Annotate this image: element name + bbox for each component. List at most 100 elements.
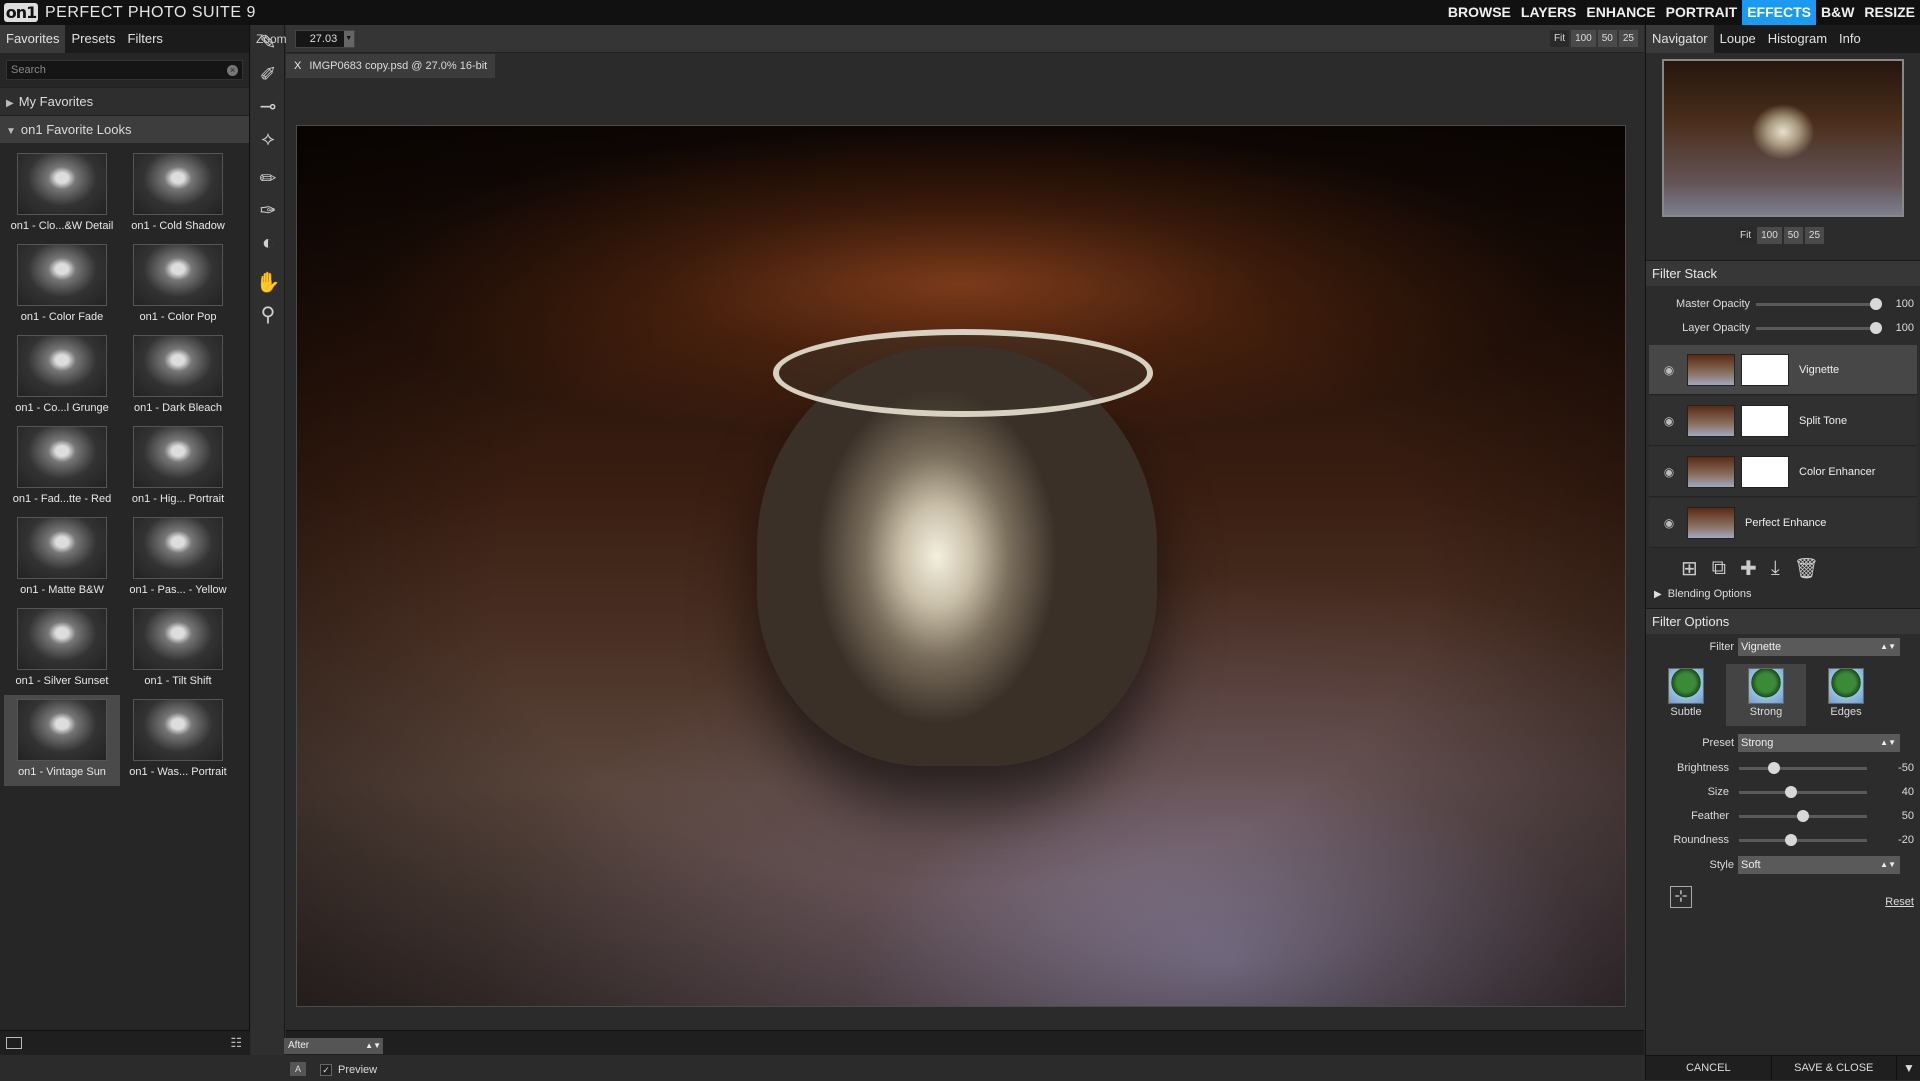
filter-layer-split-tone[interactable]: ◉ Split Tone: [1649, 396, 1917, 446]
add-layer-icon[interactable]: ⊞: [1681, 556, 1698, 581]
grid-view-icon[interactable]: ☷: [230, 1035, 242, 1051]
clone-stamp-icon[interactable]: ✑: [254, 197, 282, 225]
module-layers[interactable]: LAYERS: [1516, 0, 1582, 25]
preset-thumb[interactable]: on1 - Was... Portrait: [120, 695, 236, 786]
gradient-mask-icon[interactable]: ⊸: [254, 93, 282, 121]
filter-layer-vignette[interactable]: ◉ Vignette: [1649, 345, 1917, 395]
slider-knob[interactable]: [1797, 810, 1809, 822]
zoom-100-button[interactable]: 100: [1571, 30, 1596, 47]
layer-mask[interactable]: [1741, 354, 1789, 386]
slider-knob[interactable]: [1870, 322, 1882, 334]
preset-subtle[interactable]: Subtle: [1646, 664, 1726, 726]
slider-knob[interactable]: [1785, 834, 1797, 846]
slider-track[interactable]: [1739, 815, 1867, 818]
close-icon[interactable]: X: [294, 60, 301, 72]
tab-filters[interactable]: Filters: [122, 25, 169, 53]
eye-icon[interactable]: ◉: [1659, 415, 1679, 427]
slider-track[interactable]: [1756, 327, 1876, 330]
clear-search-icon[interactable]: ×: [227, 65, 238, 76]
preset-thumb[interactable]: on1 - Co...l Grunge: [4, 331, 120, 422]
preset-thumb[interactable]: on1 - Cold Shadow: [120, 149, 236, 240]
filter-options-header[interactable]: Filter Options: [1646, 608, 1920, 634]
nav-zoom-100-button[interactable]: 100: [1757, 227, 1782, 244]
cancel-button[interactable]: CANCEL: [1646, 1056, 1772, 1080]
preview-toggle[interactable]: ✓Preview: [320, 1064, 377, 1076]
chevron-down-icon[interactable]: ▼: [1897, 1056, 1920, 1080]
navigator-preview[interactable]: [1662, 59, 1904, 217]
add-filter-icon[interactable]: ✚: [1740, 556, 1757, 581]
retouch-brush-icon[interactable]: ✏: [254, 165, 282, 193]
preset-edges[interactable]: Edges: [1806, 664, 1886, 726]
size-slider[interactable]: Size 40: [1646, 780, 1920, 804]
preset-thumb[interactable]: on1 - Silver Sunset: [4, 604, 120, 695]
filter-layer-perfect-enhance[interactable]: ◉ Perfect Enhance: [1649, 498, 1917, 548]
module-effects[interactable]: EFFECTS: [1742, 0, 1816, 25]
checkbox-checked-icon[interactable]: ✓: [320, 1064, 332, 1076]
module-resize[interactable]: RESIZE: [1859, 0, 1920, 25]
search-input[interactable]: Search ×: [6, 60, 243, 80]
lasso-icon[interactable]: ⟡: [254, 125, 282, 153]
slider-track[interactable]: [1739, 767, 1867, 770]
show-mask-icon[interactable]: ⊹: [1670, 886, 1692, 908]
slider-track[interactable]: [1739, 839, 1867, 842]
view-mode-select[interactable]: After▲▼: [284, 1038, 383, 1054]
eye-icon[interactable]: ◉: [1659, 517, 1679, 529]
preset-select[interactable]: Strong▲▼: [1738, 734, 1900, 752]
compare-icon[interactable]: A: [290, 1062, 306, 1076]
eye-icon[interactable]: ◉: [1659, 364, 1679, 376]
filter-layer-color-enhancer[interactable]: ◉ Color Enhancer: [1649, 447, 1917, 497]
reset-button[interactable]: Reset: [1885, 896, 1914, 908]
layer-mask[interactable]: [1741, 405, 1789, 437]
nav-zoom-fit-button[interactable]: Fit: [1736, 227, 1755, 244]
zoom-25-button[interactable]: 25: [1619, 30, 1638, 47]
nav-zoom-50-button[interactable]: 50: [1784, 227, 1803, 244]
blending-options-toggle[interactable]: ▶Blending Options: [1646, 588, 1920, 608]
preset-thumb[interactable]: on1 - Tilt Shift: [120, 604, 236, 695]
master-opacity-slider[interactable]: Master Opacity 100: [1646, 292, 1920, 316]
preset-thumb[interactable]: on1 - Clo...&W Detail: [4, 149, 120, 240]
zoom-dropdown-icon[interactable]: ▼: [344, 31, 354, 47]
style-select[interactable]: Soft▲▼: [1738, 856, 1900, 874]
filter-stack-header[interactable]: Filter Stack: [1646, 260, 1920, 286]
group-my-favorites[interactable]: ▶My Favorites: [0, 87, 249, 115]
preset-thumb[interactable]: on1 - Fad...tte - Red: [4, 422, 120, 513]
layer-opacity-slider[interactable]: Layer Opacity 100: [1646, 316, 1920, 340]
slider-knob[interactable]: [1785, 786, 1797, 798]
preset-thumb[interactable]: on1 - Hig... Portrait: [120, 422, 236, 513]
brush-icon[interactable]: ✐: [254, 61, 282, 89]
roundness-slider[interactable]: Roundness -20: [1646, 828, 1920, 852]
preset-thumb-selected[interactable]: on1 - Vintage Sun: [4, 695, 120, 786]
panel-toggle-icon[interactable]: [6, 1037, 22, 1049]
slider-track[interactable]: [1739, 791, 1867, 794]
hand-icon[interactable]: ✋: [254, 269, 282, 297]
duplicate-layer-icon[interactable]: ⧉: [1712, 557, 1726, 580]
paint-bucket-icon[interactable]: ◐: [254, 229, 282, 257]
module-browse[interactable]: BROWSE: [1443, 0, 1516, 25]
tab-loupe[interactable]: Loupe: [1714, 25, 1762, 53]
merge-layer-icon[interactable]: ⤓: [1771, 557, 1780, 580]
module-enhance[interactable]: ENHANCE: [1581, 0, 1660, 25]
save-close-button[interactable]: SAVE & CLOSE: [1772, 1056, 1898, 1080]
preset-strong[interactable]: Strong: [1726, 664, 1806, 726]
nav-zoom-25-button[interactable]: 25: [1805, 227, 1824, 244]
brightness-slider[interactable]: Brightness -50: [1646, 756, 1920, 780]
slider-knob[interactable]: [1768, 762, 1780, 774]
tab-info[interactable]: Info: [1833, 25, 1867, 53]
document-tab[interactable]: XIMGP0683 copy.psd @ 27.0% 16-bit: [286, 54, 495, 78]
zoom-50-button[interactable]: 50: [1598, 30, 1617, 47]
photo-canvas[interactable]: [296, 125, 1626, 1007]
preset-thumb[interactable]: on1 - Color Fade: [4, 240, 120, 331]
zoom-input[interactable]: 27.03 ▼: [295, 30, 355, 48]
tab-navigator[interactable]: Navigator: [1646, 25, 1714, 53]
zoom-icon[interactable]: ⚲: [254, 301, 282, 329]
tab-presets[interactable]: Presets: [65, 25, 121, 53]
preset-thumb[interactable]: on1 - Dark Bleach: [120, 331, 236, 422]
zoom-fit-button[interactable]: Fit: [1550, 30, 1569, 47]
group-favorite-looks[interactable]: ▼on1 Favorite Looks: [0, 115, 249, 143]
preset-thumb[interactable]: on1 - Matte B&W: [4, 513, 120, 604]
slider-track[interactable]: [1756, 303, 1876, 306]
preset-thumb[interactable]: on1 - Color Pop: [120, 240, 236, 331]
tab-favorites[interactable]: Favorites: [0, 25, 65, 53]
module-portrait[interactable]: PORTRAIT: [1661, 0, 1743, 25]
module-bw[interactable]: B&W: [1816, 0, 1859, 25]
